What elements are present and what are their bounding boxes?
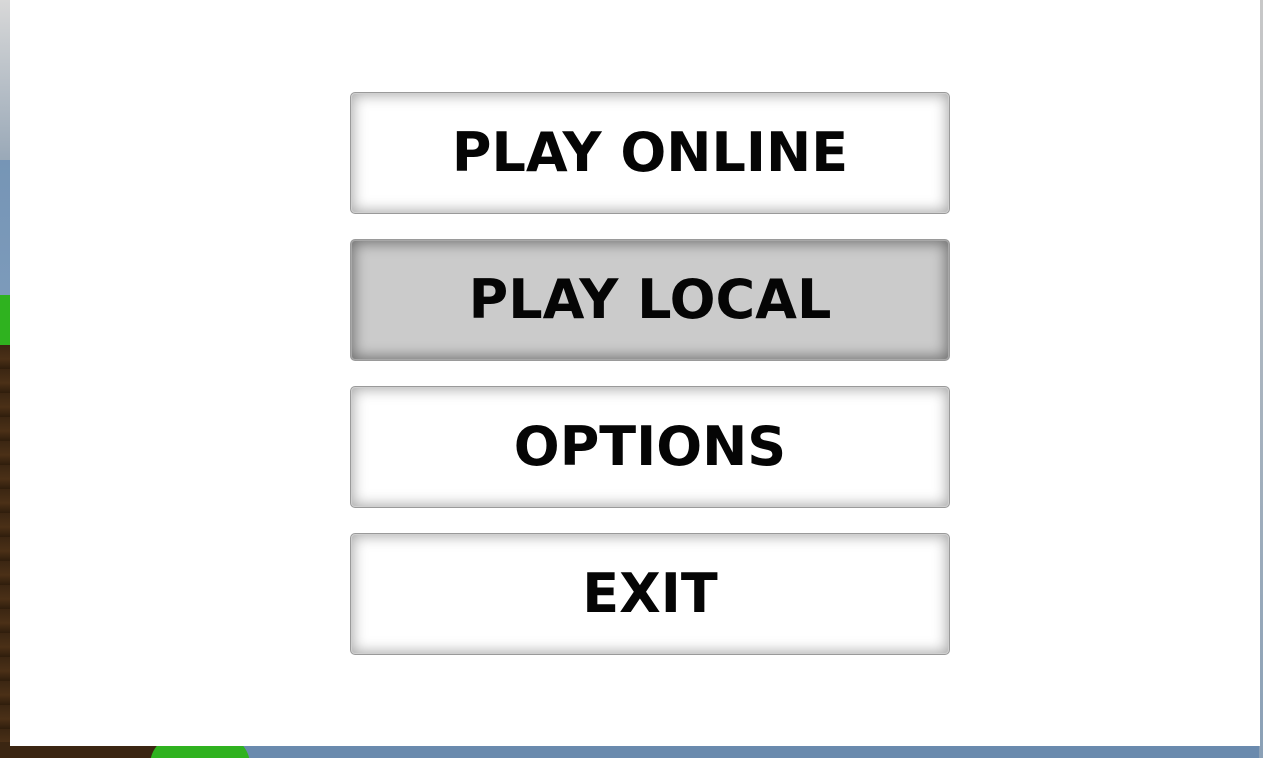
options-button[interactable]: OPTIONS bbox=[350, 386, 950, 508]
exit-button[interactable]: EXIT bbox=[350, 533, 950, 655]
play-online-button[interactable]: PLAY ONLINE bbox=[350, 92, 950, 214]
exit-label: EXIT bbox=[582, 562, 718, 625]
play-local-button[interactable]: PLAY LOCAL bbox=[350, 239, 950, 361]
play-online-label: PLAY ONLINE bbox=[451, 121, 849, 184]
options-label: OPTIONS bbox=[513, 415, 787, 478]
play-local-label: PLAY LOCAL bbox=[468, 268, 832, 331]
main-menu-panel: PLAY ONLINE PLAY LOCAL OPTIONS EXIT bbox=[10, 0, 1260, 746]
